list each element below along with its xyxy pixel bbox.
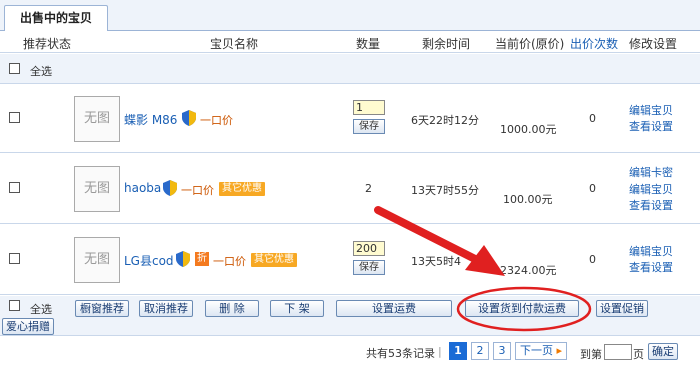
row-checkbox[interactable]	[9, 182, 20, 193]
fixed-price-label: 一口价	[200, 114, 233, 127]
select-all-checkbox-bottom[interactable]	[9, 300, 20, 311]
bid-count: 0	[589, 253, 596, 266]
current-price: 2324.00元	[500, 264, 557, 277]
pager-divider: |	[438, 345, 442, 358]
col-recommend: 推荐状态	[23, 37, 72, 51]
tab-on-sale[interactable]: 出售中的宝贝	[4, 5, 108, 32]
cancel-recommend-button[interactable]: 取消推荐	[139, 300, 193, 317]
col-remaining: 剩余时间	[422, 37, 471, 51]
edit-item-link[interactable]: 编辑宝贝	[629, 103, 673, 118]
col-qty: 数量	[356, 37, 381, 51]
table-row: 无图 蝶影 M86 一口价 1 保存 6天22时12分 1000.00元 0 编…	[0, 85, 700, 153]
set-shipping-button[interactable]: 设置运费	[336, 300, 452, 317]
offshelf-button[interactable]: 下 架	[270, 300, 324, 317]
fixed-price-label: 一口价	[181, 184, 214, 197]
select-all-label: 全选	[30, 303, 52, 316]
remaining-time: 6天22时12分	[411, 114, 479, 127]
remaining-time: 13天7时55分	[411, 184, 479, 197]
goto-prefix: 到第	[580, 348, 602, 361]
edit-card-link[interactable]: 编辑卡密	[629, 165, 673, 180]
edit-item-link[interactable]: 编辑宝贝	[629, 244, 673, 259]
quantity-input[interactable]: 200	[353, 241, 385, 256]
bid-count: 0	[589, 182, 596, 195]
shield-icon	[163, 180, 177, 196]
item-thumbnail[interactable]: 无图	[74, 166, 120, 212]
batch-actions-bar: 全选 橱窗推荐 取消推荐 删 除 下 架 设置运费 设置货到付款运费 设置促销 …	[0, 296, 700, 336]
view-settings-link[interactable]: 查看设置	[629, 198, 673, 213]
current-price: 100.00元	[503, 193, 553, 206]
shield-icon	[182, 110, 196, 126]
discount-badge: 折	[195, 252, 209, 266]
select-all-label: 全选	[30, 65, 52, 78]
item-thumbnail[interactable]: 无图	[74, 237, 120, 283]
item-thumbnail[interactable]: 无图	[74, 96, 120, 142]
next-page-button[interactable]: 下一页 ▸	[515, 342, 567, 360]
edit-item-link[interactable]: 编辑宝贝	[629, 182, 673, 197]
fixed-price-label: 一口价	[213, 255, 246, 268]
promo-badge[interactable]: 其它优惠	[219, 182, 265, 196]
window-recommend-button[interactable]: 橱窗推荐	[75, 300, 129, 317]
view-settings-link[interactable]: 查看设置	[629, 260, 673, 275]
set-promo-button[interactable]: 设置促销	[596, 300, 648, 317]
save-button[interactable]: 保存	[353, 119, 385, 134]
tab-bar: 出售中的宝贝	[0, 0, 700, 32]
set-cod-shipping-button[interactable]: 设置货到付款运费	[465, 300, 579, 317]
item-name-link[interactable]: 蝶影 M86	[124, 111, 177, 128]
page-1[interactable]: 1	[449, 342, 467, 360]
goto-suffix: 页	[633, 348, 644, 361]
delete-button[interactable]: 删 除	[205, 300, 259, 317]
record-count: 共有53条记录	[366, 347, 435, 360]
promo-badge[interactable]: 其它优惠	[251, 253, 297, 267]
current-price: 1000.00元	[500, 123, 557, 136]
confirm-button[interactable]: 确定	[648, 343, 678, 360]
col-price: 当前价(原价)	[495, 37, 565, 51]
shield-icon	[176, 251, 190, 267]
col-modify: 修改设置	[629, 37, 678, 51]
item-name-link[interactable]: LG县cod	[124, 252, 174, 269]
remaining-time: 13天5时4	[411, 255, 461, 268]
donate-button[interactable]: 爱心捐赠	[2, 318, 54, 335]
col-bids[interactable]: 出价次数	[570, 35, 618, 52]
bid-count: 0	[589, 112, 596, 125]
page-3[interactable]: 3	[493, 342, 511, 360]
quantity-value: 2	[365, 182, 372, 195]
view-settings-link[interactable]: 查看设置	[629, 119, 673, 134]
quantity-input[interactable]: 1	[353, 100, 385, 115]
goto-page-input[interactable]	[604, 344, 632, 360]
col-name: 宝贝名称	[210, 37, 259, 51]
row-checkbox[interactable]	[9, 253, 20, 264]
select-all-checkbox[interactable]	[9, 63, 20, 74]
save-button[interactable]: 保存	[353, 260, 385, 275]
table-row: 无图 haoba 一口价 其它优惠 2 13天7时55分 100.00元 0 编…	[0, 154, 700, 224]
page-2[interactable]: 2	[471, 342, 489, 360]
table-row: 无图 LG县cod 折 一口价 其它优惠 200 保存 13天5时4 2324.…	[0, 225, 700, 295]
item-name-link[interactable]: haoba	[124, 181, 161, 195]
chevron-right-icon: ▸	[556, 344, 563, 357]
table-header: 推荐状态 宝贝名称 数量 剩余时间 当前价(原价) 出价次数 修改设置	[0, 31, 700, 53]
select-all-bar: 全选	[0, 54, 700, 84]
row-checkbox[interactable]	[9, 112, 20, 123]
